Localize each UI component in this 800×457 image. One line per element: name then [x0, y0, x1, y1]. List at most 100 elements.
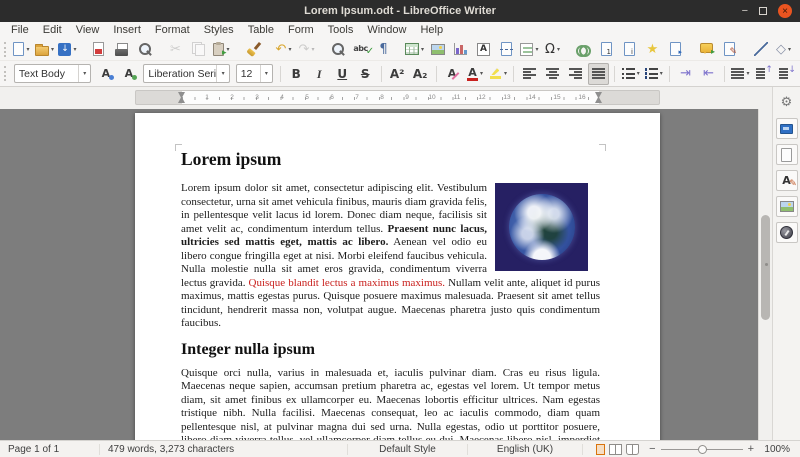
decrease-indent-button[interactable]: ⇤	[698, 63, 719, 85]
multi-page-view-button[interactable]	[609, 444, 622, 455]
insert-cross-reference-button[interactable]	[665, 39, 686, 60]
subscript-button[interactable]: A₂	[410, 63, 431, 85]
earth-image[interactable]	[495, 183, 588, 271]
document-heading-1[interactable]: Lorem ipsum	[181, 149, 600, 170]
menu-tools[interactable]: Tools	[321, 22, 361, 38]
ordered-list-dropdown-arrow[interactable]: ▾	[660, 70, 663, 77]
justified-button[interactable]	[588, 63, 609, 85]
toolbar-grip[interactable]	[4, 66, 7, 81]
vertical-scrollbar[interactable]	[758, 109, 772, 440]
page-style[interactable]: Default Style	[348, 444, 468, 455]
new-document-button[interactable]: ▾	[11, 39, 32, 60]
highlighting-color-dropdown-arrow[interactable]: ▾	[504, 70, 507, 77]
ordered-list-button[interactable]: ▾	[643, 63, 664, 85]
scrollbar-thumb[interactable]	[761, 215, 770, 320]
word-count[interactable]: 479 words, 3,273 characters	[100, 444, 348, 455]
properties-button[interactable]	[776, 118, 798, 139]
basic-shapes-dropdown-arrow[interactable]: ▾	[788, 46, 791, 53]
document-canvas[interactable]: Lorem ipsum Lorem ipsum dolor sit amet, …	[0, 109, 758, 440]
minimize-button[interactable]: −	[742, 6, 748, 17]
font-color-dropdown-arrow[interactable]: ▾	[480, 70, 483, 77]
save-dropdown-arrow[interactable]: ▾	[73, 46, 76, 53]
paste-dropdown-arrow[interactable]: ▾	[226, 46, 229, 53]
new-style-button[interactable]: A	[118, 63, 139, 85]
clear-formatting-button[interactable]: A	[441, 63, 462, 85]
insert-endnote-button[interactable]	[619, 39, 640, 60]
insert-line-button[interactable]	[750, 39, 771, 60]
gallery-button[interactable]	[776, 196, 798, 217]
bold-button[interactable]: B	[286, 63, 307, 85]
increase-indent-button[interactable]: ⇥	[675, 63, 696, 85]
horizontal-ruler[interactable]: 12345678910111213141516	[135, 90, 660, 105]
menu-form[interactable]: Form	[281, 22, 321, 38]
clone-formatting-button[interactable]	[242, 39, 263, 60]
open-dropdown-arrow[interactable]: ▾	[51, 46, 54, 53]
insert-footnote-button[interactable]	[596, 39, 617, 60]
paragraph-style-dropdown-arrow[interactable]: ▾	[78, 65, 90, 82]
export-pdf-button[interactable]	[88, 39, 109, 60]
insert-table-button[interactable]: ▾	[404, 39, 425, 60]
decrease-paragraph-spacing-button[interactable]	[776, 63, 797, 85]
font-name-dropdown-arrow[interactable]: ▾	[216, 65, 228, 82]
print-button[interactable]	[111, 39, 132, 60]
strikethrough-button[interactable]: S	[355, 63, 376, 85]
insert-page-break-button[interactable]	[496, 39, 517, 60]
find-and-replace-button[interactable]	[327, 39, 348, 60]
menu-styles[interactable]: Styles	[197, 22, 241, 38]
insert-field-dropdown-arrow[interactable]: ▾	[535, 46, 538, 53]
menu-table[interactable]: Table	[241, 22, 281, 38]
paragraph-2[interactable]: Quisque orci nulla, varius in malesuada …	[181, 367, 600, 441]
update-style-button[interactable]: A	[95, 63, 116, 85]
page-count[interactable]: Page 1 of 1	[0, 444, 100, 455]
unordered-list-button[interactable]: ▾	[620, 63, 641, 85]
open-button[interactable]: ▾	[34, 39, 55, 60]
single-page-view-button[interactable]	[596, 444, 605, 455]
zoom-out-button[interactable]: −	[649, 443, 655, 455]
increase-paragraph-spacing-button[interactable]	[753, 63, 774, 85]
unordered-list-dropdown-arrow[interactable]: ▾	[637, 70, 640, 77]
paste-button[interactable]: ▾	[211, 39, 232, 60]
insert-field-button[interactable]: ▾	[519, 39, 540, 60]
zoom-level[interactable]: 100%	[762, 444, 800, 455]
basic-shapes-button[interactable]: ◇▾	[773, 39, 794, 60]
save-button[interactable]: ▾	[57, 39, 78, 60]
spelling-button[interactable]: abc	[350, 39, 371, 60]
close-button[interactable]: ×	[778, 4, 792, 18]
font-color-button[interactable]: A▾	[464, 63, 485, 85]
font-size-dropdown-arrow[interactable]: ▾	[260, 65, 272, 82]
insert-table-dropdown-arrow[interactable]: ▾	[421, 46, 424, 53]
menu-edit[interactable]: Edit	[36, 22, 69, 38]
print-preview-button[interactable]	[134, 39, 155, 60]
font-size-combo[interactable]: 12▾	[236, 64, 273, 83]
styles-button[interactable]: A	[776, 170, 798, 191]
menu-help[interactable]: Help	[413, 22, 450, 38]
insert-hyperlink-button[interactable]	[573, 39, 594, 60]
formatting-marks-button[interactable]: ¶	[373, 39, 394, 60]
new-document-dropdown-arrow[interactable]: ▾	[26, 46, 29, 53]
undo-dropdown-arrow[interactable]: ▾	[288, 46, 291, 53]
toolbar-grip[interactable]	[4, 42, 6, 57]
maximize-button[interactable]	[759, 7, 767, 15]
document-page[interactable]: Lorem ipsum Lorem ipsum dolor sit amet, …	[135, 113, 660, 440]
zoom-slider[interactable]	[661, 445, 743, 454]
show-draw-functions-button[interactable]	[796, 39, 800, 60]
insert-text-box-button[interactable]: A	[473, 39, 494, 60]
line-spacing-dropdown-arrow[interactable]: ▾	[746, 70, 749, 77]
redo-dropdown-arrow[interactable]: ▾	[311, 46, 314, 53]
insert-bookmark-button[interactable]: ★	[642, 39, 663, 60]
undo-button[interactable]: ↶▾	[273, 39, 294, 60]
book-view-button[interactable]	[626, 444, 639, 455]
superscript-button[interactable]: A²	[387, 63, 408, 85]
menu-format[interactable]: Format	[148, 22, 197, 38]
sidebar-settings-button[interactable]: ⚙	[776, 92, 798, 113]
insert-chart-button[interactable]	[450, 39, 471, 60]
paragraph-style-combo[interactable]: Text Body▾	[14, 64, 92, 83]
menu-file[interactable]: File	[4, 22, 36, 38]
zoom-in-button[interactable]: +	[748, 443, 754, 455]
highlighting-color-button[interactable]: ▾	[487, 63, 508, 85]
underline-button[interactable]: U	[332, 63, 353, 85]
insert-special-character-dropdown-arrow[interactable]: ▾	[557, 46, 560, 53]
insert-comment-button[interactable]	[696, 39, 717, 60]
text-language[interactable]: English (UK)	[468, 444, 583, 455]
line-spacing-button[interactable]: ▾	[730, 63, 751, 85]
